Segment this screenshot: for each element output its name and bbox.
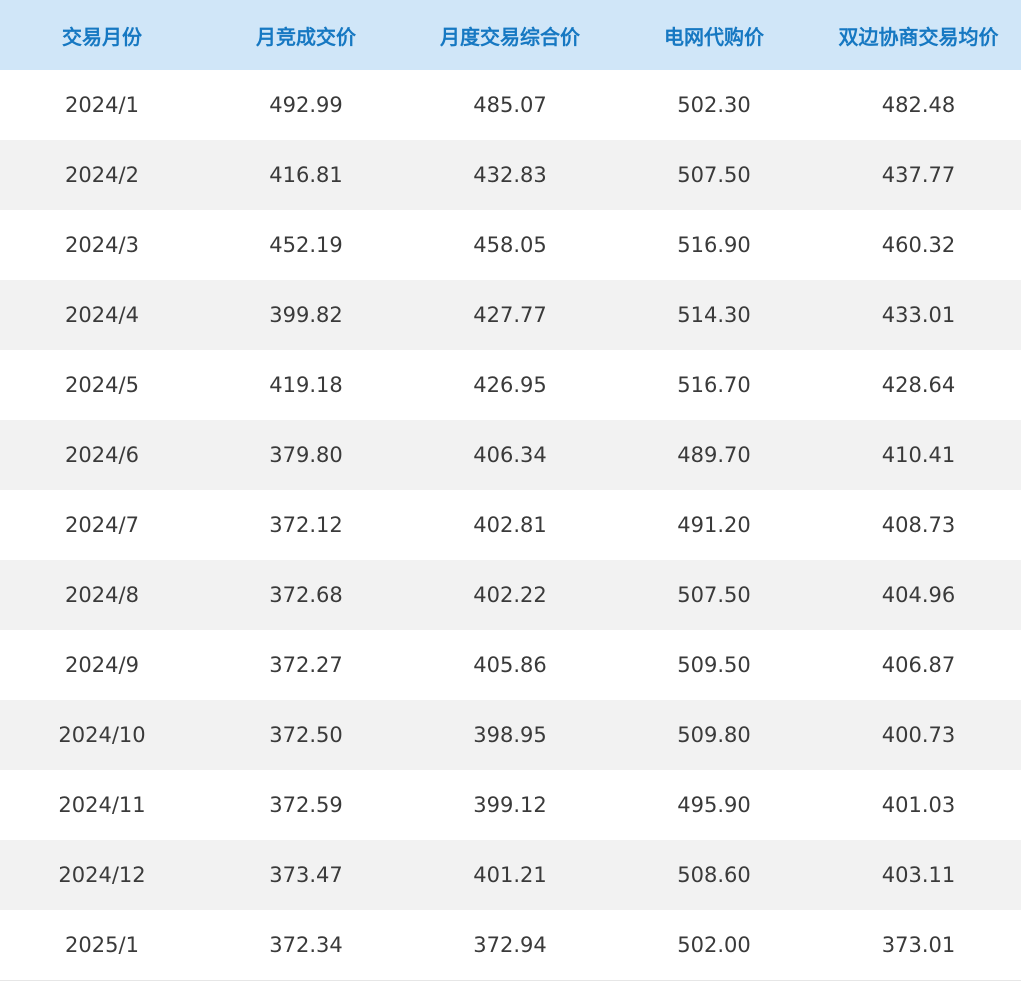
table-row: 2024/4 399.82 427.77 514.30 433.01	[0, 280, 1021, 350]
cell-monthly-auction-price: 379.80	[269, 443, 343, 467]
cell-monthly-composite-price: 432.83	[473, 163, 547, 187]
price-table-container: 交易月份 月竞成交价 月度交易综合价 电网代购价 双边协商交易均价 2024/1…	[0, 0, 1021, 981]
cell-bilateral-average-price: 404.96	[881, 583, 956, 607]
cell-monthly-composite-price: 399.12	[473, 793, 547, 817]
cell-grid-agency-price: 509.50	[677, 653, 751, 677]
cell-bilateral-average-price: 401.03	[881, 793, 956, 817]
header-trade-month: 交易月份	[62, 24, 142, 49]
table-row: 2024/12 373.47 401.21 508.60 403.11	[0, 840, 1021, 910]
cell-bilateral-average-price: 373.01	[881, 933, 956, 957]
cell-bilateral-average-price: 408.73	[881, 513, 956, 537]
cell-grid-agency-price: 502.00	[677, 933, 751, 957]
table-row: 2024/1 492.99 485.07 502.30 482.48	[0, 70, 1021, 140]
header-grid-agency-price: 电网代购价	[664, 24, 764, 49]
cell-monthly-auction-price: 419.18	[269, 373, 343, 397]
cell-monthly-auction-price: 372.34	[269, 933, 343, 957]
cell-grid-agency-price: 509.80	[677, 723, 751, 747]
cell-monthly-composite-price: 406.34	[473, 443, 547, 467]
cell-monthly-auction-price: 373.47	[269, 863, 343, 887]
cell-monthly-composite-price: 427.77	[473, 303, 547, 327]
cell-grid-agency-price: 502.30	[677, 93, 751, 117]
cell-trade-month: 2024/4	[65, 303, 139, 327]
cell-monthly-auction-price: 492.99	[269, 93, 343, 117]
table-row: 2024/11 372.59 399.12 495.90 401.03	[0, 770, 1021, 840]
cell-bilateral-average-price: 482.48	[881, 93, 956, 117]
cell-trade-month: 2024/6	[65, 443, 139, 467]
table-body: 2024/1 492.99 485.07 502.30 482.48 2024/…	[0, 70, 1021, 980]
cell-trade-month: 2024/10	[58, 723, 146, 747]
table-header: 交易月份 月竞成交价 月度交易综合价 电网代购价 双边协商交易均价	[0, 0, 1021, 70]
cell-trade-month: 2024/8	[65, 583, 139, 607]
table-row: 2024/5 419.18 426.95 516.70 428.64	[0, 350, 1021, 420]
cell-trade-month: 2024/11	[58, 793, 146, 817]
cell-monthly-composite-price: 458.05	[473, 233, 547, 257]
cell-monthly-composite-price: 401.21	[473, 863, 547, 887]
cell-trade-month: 2024/9	[65, 653, 139, 677]
cell-grid-agency-price: 489.70	[677, 443, 751, 467]
table-row: 2024/10 372.50 398.95 509.80 400.73	[0, 700, 1021, 770]
header-row: 交易月份 月竞成交价 月度交易综合价 电网代购价 双边协商交易均价	[0, 0, 1021, 70]
cell-monthly-auction-price: 372.50	[269, 723, 343, 747]
cell-trade-month: 2024/12	[58, 863, 146, 887]
cell-monthly-auction-price: 372.59	[269, 793, 343, 817]
price-table: 交易月份 月竞成交价 月度交易综合价 电网代购价 双边协商交易均价 2024/1…	[0, 0, 1021, 980]
cell-bilateral-average-price: 403.11	[881, 863, 956, 887]
cell-monthly-auction-price: 372.68	[269, 583, 343, 607]
table-row: 2024/8 372.68 402.22 507.50 404.96	[0, 560, 1021, 630]
table-row: 2025/1 372.34 372.94 502.00 373.01	[0, 910, 1021, 980]
cell-trade-month: 2024/5	[65, 373, 139, 397]
header-bilateral-average-price: 双边协商交易均价	[838, 24, 999, 49]
header-monthly-auction-price: 月竞成交价	[256, 24, 356, 49]
table-row: 2024/6 379.80 406.34 489.70 410.41	[0, 420, 1021, 490]
cell-grid-agency-price: 507.50	[677, 163, 751, 187]
cell-grid-agency-price: 514.30	[677, 303, 751, 327]
cell-monthly-composite-price: 402.22	[473, 583, 547, 607]
cell-trade-month: 2024/3	[65, 233, 139, 257]
cell-bilateral-average-price: 433.01	[881, 303, 956, 327]
cell-monthly-auction-price: 372.27	[269, 653, 343, 677]
cell-monthly-auction-price: 416.81	[269, 163, 343, 187]
cell-monthly-composite-price: 372.94	[473, 933, 547, 957]
cell-monthly-auction-price: 399.82	[269, 303, 343, 327]
cell-monthly-auction-price: 372.12	[269, 513, 343, 537]
cell-monthly-composite-price: 402.81	[473, 513, 547, 537]
cell-trade-month: 2024/1	[65, 93, 139, 117]
cell-grid-agency-price: 516.70	[677, 373, 751, 397]
cell-monthly-composite-price: 426.95	[473, 373, 547, 397]
table-row: 2024/3 452.19 458.05 516.90 460.32	[0, 210, 1021, 280]
cell-bilateral-average-price: 406.87	[881, 653, 956, 677]
cell-trade-month: 2025/1	[65, 933, 139, 957]
cell-grid-agency-price: 495.90	[677, 793, 751, 817]
header-monthly-composite-price: 月度交易综合价	[440, 24, 580, 49]
cell-bilateral-average-price: 460.32	[881, 233, 956, 257]
table-row: 2024/7 372.12 402.81 491.20 408.73	[0, 490, 1021, 560]
cell-bilateral-average-price: 437.77	[881, 163, 956, 187]
cell-trade-month: 2024/2	[65, 163, 139, 187]
table-row: 2024/2 416.81 432.83 507.50 437.77	[0, 140, 1021, 210]
table-row: 2024/9 372.27 405.86 509.50 406.87	[0, 630, 1021, 700]
cell-monthly-composite-price: 405.86	[473, 653, 547, 677]
cell-bilateral-average-price: 410.41	[881, 443, 956, 467]
cell-grid-agency-price: 516.90	[677, 233, 751, 257]
cell-bilateral-average-price: 400.73	[881, 723, 956, 747]
cell-bilateral-average-price: 428.64	[881, 373, 956, 397]
cell-grid-agency-price: 507.50	[677, 583, 751, 607]
cell-monthly-composite-price: 485.07	[473, 93, 547, 117]
cell-grid-agency-price: 508.60	[677, 863, 751, 887]
cell-monthly-auction-price: 452.19	[269, 233, 343, 257]
cell-grid-agency-price: 491.20	[677, 513, 751, 537]
cell-monthly-composite-price: 398.95	[473, 723, 547, 747]
cell-trade-month: 2024/7	[65, 513, 139, 537]
